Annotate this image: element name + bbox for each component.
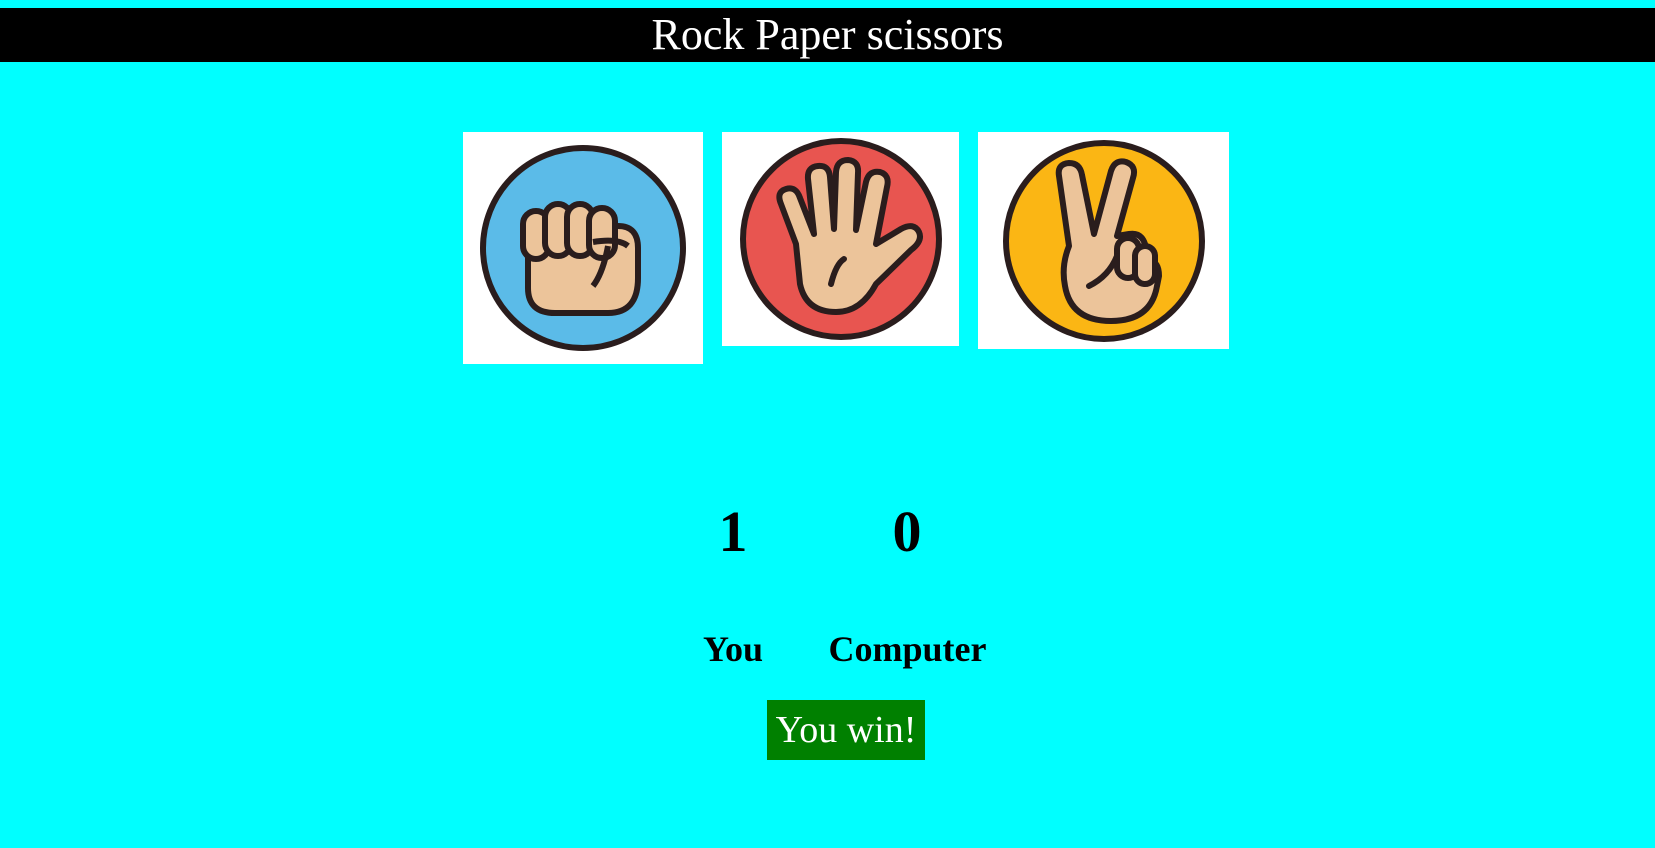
scissors-hand-icon xyxy=(1002,139,1205,342)
page-title: Rock Paper scissors xyxy=(0,8,1655,62)
paper-choice[interactable] xyxy=(722,132,959,346)
scissors-choice[interactable] xyxy=(978,132,1229,349)
result-message: You win! xyxy=(767,700,925,760)
computer-score-label: Computer xyxy=(828,629,987,669)
rock-choice[interactable] xyxy=(463,132,703,364)
user-score: 1 xyxy=(718,499,748,564)
computer-score: 0 xyxy=(892,499,922,564)
user-score-label: You xyxy=(702,629,764,669)
rock-fist-icon xyxy=(480,145,686,351)
paper-hand-icon xyxy=(739,138,942,340)
